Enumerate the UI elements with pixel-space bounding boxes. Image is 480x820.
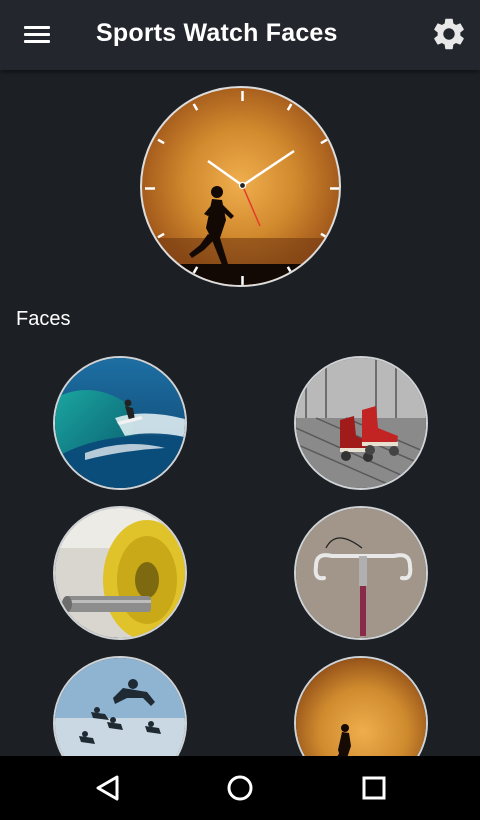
bicycle-handlebar-face[interactable] [294, 506, 428, 640]
gear-icon[interactable] [430, 15, 468, 53]
surfer-face[interactable] [53, 356, 187, 490]
second-hand [241, 185, 261, 227]
weight-plate-face[interactable] [53, 506, 187, 640]
roller-skates-face[interactable] [294, 356, 428, 490]
faces-section-label: Faces [16, 308, 71, 330]
hamburger-menu-icon[interactable] [14, 14, 60, 54]
back-triangle-icon[interactable] [84, 764, 132, 812]
minute-hand [241, 149, 295, 187]
page-title: Sports Watch Faces [96, 19, 338, 47]
system-navigation-bar [0, 756, 480, 820]
watch-face-preview[interactable] [140, 86, 341, 287]
recents-square-icon[interactable] [350, 764, 398, 812]
app-bar: Sports Watch Faces [0, 0, 480, 70]
home-circle-icon[interactable] [216, 764, 264, 812]
hour-hand [207, 159, 244, 187]
